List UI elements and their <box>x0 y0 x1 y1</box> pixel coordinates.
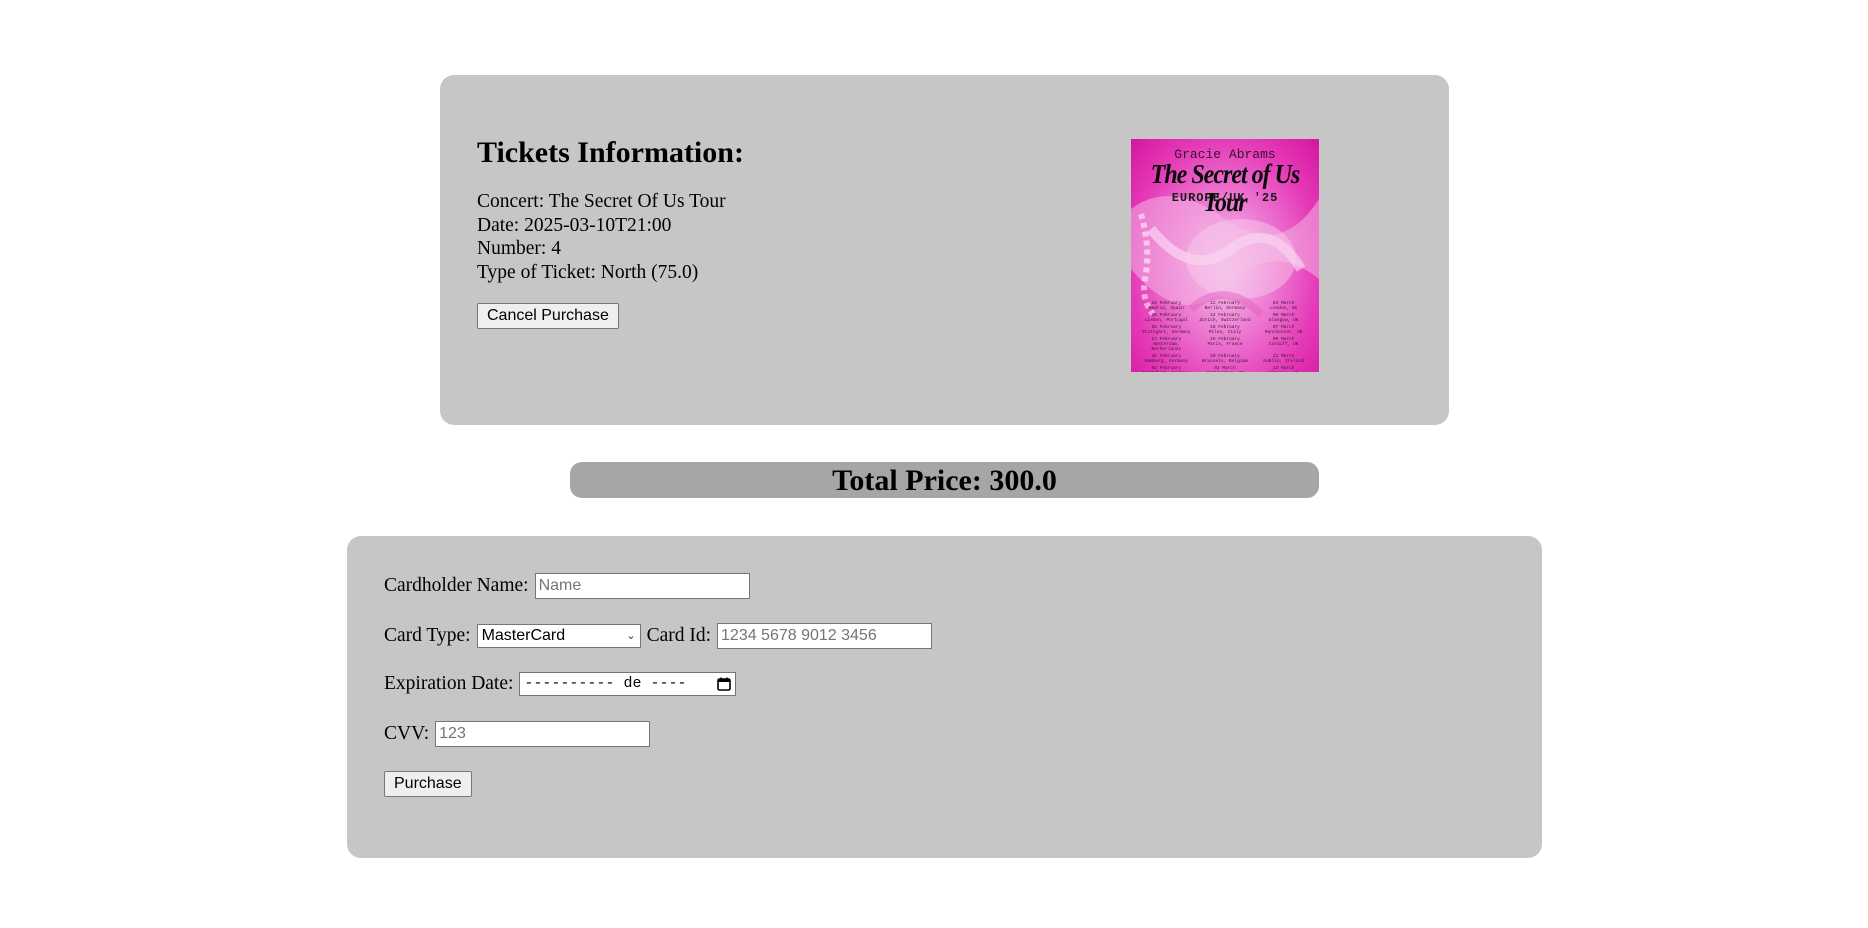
ticket-type-line: Type of Ticket: North (75.0) <box>477 261 699 283</box>
date-line: Date: 2025-03-10T21:00 <box>477 214 672 236</box>
cvv-label: CVV: <box>384 723 430 744</box>
cancel-purchase-button[interactable]: Cancel Purchase <box>477 303 619 329</box>
poster-date-entry: 28 February Hamburg, Germany <box>1144 354 1188 364</box>
expiration-date-value: ---------- de ---- <box>524 675 687 692</box>
poster-date-entry: 11 March Dublin, Ireland <box>1263 354 1304 364</box>
card-type-row: Card Type: MasterCard ⌄ Card Id: <box>384 623 933 649</box>
poster-date-entry: 02 March Nottingham, UK <box>1206 366 1244 372</box>
calendar-icon[interactable] <box>717 677 732 691</box>
number-line: Number: 4 <box>477 238 561 259</box>
poster-date-entry: 12 February Berlin, Germany <box>1204 301 1246 311</box>
card-type-select[interactable]: MasterCard ⌄ <box>476 624 641 648</box>
poster-date-entry: 09 March Cardiff, UK <box>1268 337 1299 347</box>
poster-date-entry: 14 February Zurich, Switzerland <box>1199 313 1251 323</box>
card-type-selected-value: MasterCard <box>481 627 566 644</box>
purchase-button[interactable]: Purchase <box>384 771 472 797</box>
card-id-input[interactable] <box>717 623 933 649</box>
total-price-text: Total Price: 300.0 <box>832 464 1057 497</box>
cardholder-name-input[interactable] <box>534 573 750 599</box>
poster-date-entry: 25 February Lisbon, Portugal <box>1144 313 1188 323</box>
poster-date-entry: 26 February Stuttgart, Germany <box>1142 325 1191 335</box>
card-id-label: Card Id: <box>646 625 712 646</box>
poster-date-entry: 27 February Amsterdam, Netherlands <box>1151 337 1182 352</box>
ticket-info-card: Tickets Information: Concert: The Secret… <box>440 75 1449 425</box>
poster-title-text: The Secret of Us Tour <box>1150 160 1301 218</box>
expiration-label: Expiration Date: <box>384 673 514 694</box>
poster-date-entry: 13 March Glasgow, UK <box>1269 366 1299 372</box>
expiration-row: Expiration Date: ---------- de ---- <box>384 672 737 696</box>
payment-form-card: Cardholder Name: Card Type: MasterCard ⌄… <box>347 536 1542 858</box>
poster-date-entry: 07 March Manchester, UK <box>1264 325 1303 335</box>
poster-date-entry: 28 February Madrid, Spain <box>1148 301 1184 311</box>
ticket-details: Tickets Information: Concert: The Secret… <box>477 135 744 329</box>
poster-date-entry: 18 February Paris, France <box>1207 337 1243 347</box>
poster-subtitle-text: EUROPE/UK '25 <box>1171 191 1279 205</box>
concert-poster-image: Gracie Abrams The Secret of Us Tour EURO… <box>1131 139 1319 372</box>
poster-date-entry: 06 March Glasgow, UK <box>1268 313 1299 323</box>
chevron-down-icon: ⌄ <box>626 630 636 642</box>
cardholder-label: Cardholder Name: <box>384 575 529 596</box>
poster-date-entry: 02 February Frankfurt, Germany <box>1142 366 1191 372</box>
poster-date-entry: 04 March London, UK <box>1270 301 1298 311</box>
cardholder-row: Cardholder Name: <box>384 573 750 599</box>
expiration-date-input[interactable]: ---------- de ---- <box>519 672 737 696</box>
poster-date-entry: 16 February Milan, Italy <box>1208 325 1242 335</box>
tickets-heading: Tickets Information: <box>477 136 744 169</box>
purchase-row: Purchase <box>384 771 472 797</box>
poster-tour-dates: 28 February Madrid, Spain 12 February Ber… <box>1139 301 1311 372</box>
cvv-row: CVV: <box>384 721 651 747</box>
poster-date-entry: 20 February Brussels, Belgium <box>1202 354 1248 364</box>
concert-line: Concert: The Secret Of Us Tour <box>477 191 726 212</box>
card-type-label: Card Type: <box>384 625 471 646</box>
total-price-bar: Total Price: 300.0 <box>570 462 1319 498</box>
cvv-input[interactable] <box>435 721 651 747</box>
